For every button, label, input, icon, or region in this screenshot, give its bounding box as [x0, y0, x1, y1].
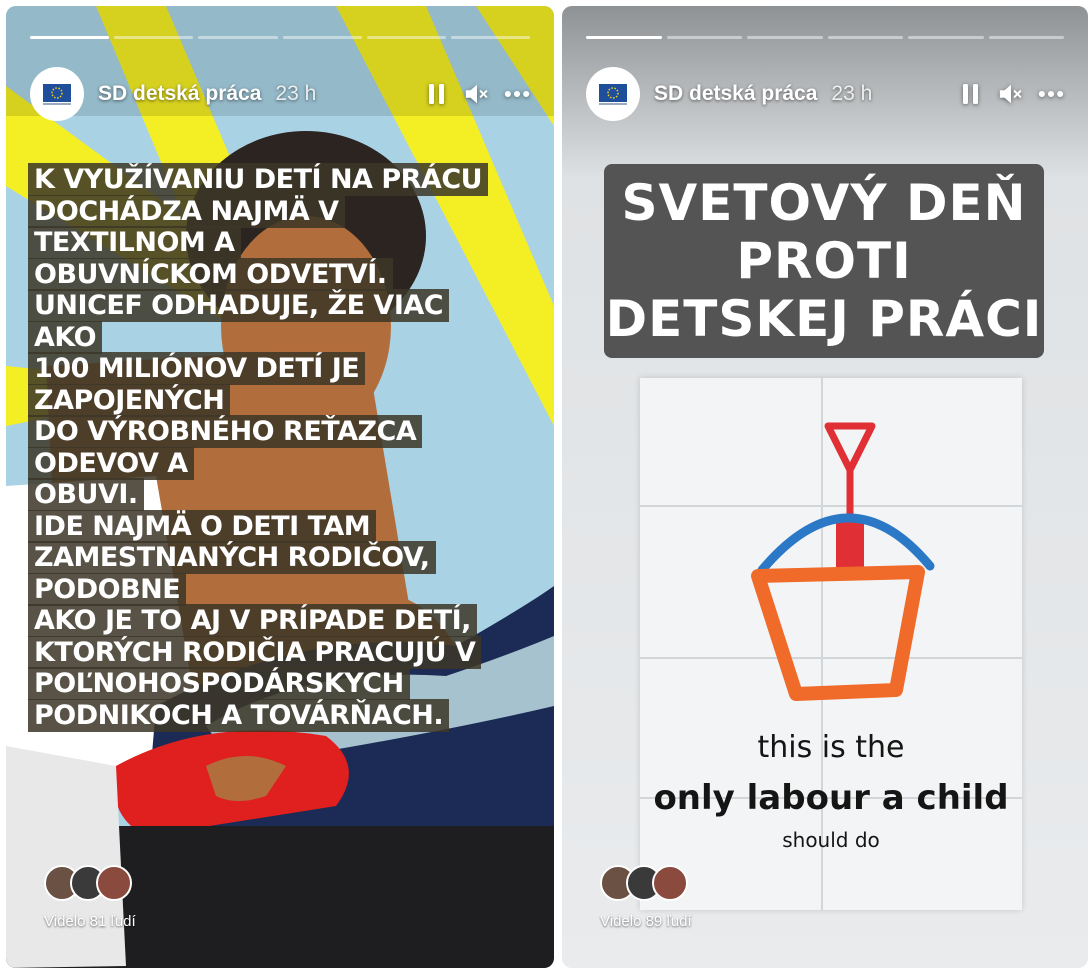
more-options-button[interactable]	[1038, 81, 1064, 107]
progress-segment	[988, 36, 1064, 39]
caption-line: K využívaniu detí na prácu	[28, 163, 489, 196]
caption-line: ktorých rodičia pracujú v	[28, 635, 482, 669]
account-name[interactable]: SD detská práca	[98, 82, 261, 106]
progress-segment	[114, 36, 194, 39]
story-panel-2[interactable]: SD detská práca 23 h SVETOVÝ DEŇ PROTI D…	[562, 6, 1088, 968]
progress-segment	[666, 36, 742, 39]
story-header: SD detská práca 23 h	[586, 66, 1064, 122]
progress-segment	[366, 36, 446, 39]
caption-line: ako je to aj v prípade detí,	[28, 604, 477, 637]
progress-segment	[198, 36, 278, 39]
caption-line: podnikoch a továrňach.	[28, 698, 450, 732]
child-drawing-poster: this is the only labour a child should d…	[640, 378, 1022, 910]
more-options-button[interactable]	[504, 81, 530, 107]
story-caption: K využívaniu detí na prácu dochádza najm…	[28, 163, 518, 732]
pause-button[interactable]	[424, 81, 450, 107]
viewer-avatar	[96, 865, 132, 901]
caption-line: do výrobného reťazca odevov a	[28, 415, 423, 480]
progress-segment	[30, 36, 110, 39]
story-title: SVETOVÝ DEŇ PROTI DETSKEJ PRÁCI	[604, 164, 1044, 358]
story-time: 23 h	[275, 82, 317, 105]
more-dots-icon	[504, 90, 530, 98]
story-controls	[424, 81, 530, 107]
poster-text-line: only labour a child	[653, 778, 1009, 818]
mute-button[interactable]	[464, 81, 490, 107]
story-panel-1[interactable]: SD detská práca 23 h K využívaniu detí n…	[6, 6, 554, 968]
viewers-summary[interactable]: Videlo 89 ľudí	[600, 865, 692, 930]
progress-segment	[908, 36, 984, 39]
story-progress-bar	[586, 36, 1064, 39]
caption-line: dochádza najmä v textilnom a	[28, 194, 345, 259]
title-line: SVETOVÝ DEŇ PROTI	[621, 174, 1027, 290]
story-time: 23 h	[831, 82, 873, 105]
story-header: SD detská práca 23 h	[30, 66, 530, 122]
progress-segment	[450, 36, 531, 39]
pause-button[interactable]	[958, 81, 984, 107]
story-progress-bar	[30, 36, 531, 39]
caption-line: obuvníckom odvetví.	[28, 257, 393, 291]
progress-segment	[827, 36, 903, 39]
viewer-avatar	[652, 865, 688, 901]
caption-line: Ide najmä o deti tam	[28, 509, 377, 543]
poster-text-line: should do	[782, 828, 880, 852]
story-controls	[958, 81, 1064, 107]
mute-button[interactable]	[998, 81, 1024, 107]
pause-icon	[429, 84, 444, 104]
eu-flag-logo-icon	[599, 84, 627, 105]
account-avatar[interactable]	[586, 67, 640, 121]
viewers-count: Videlo 89 ľudí	[600, 913, 692, 930]
caption-line: poľnohospodárskych	[28, 667, 410, 700]
viewers-count: Videlo 81 ľudí	[44, 913, 136, 930]
caption-line: Unicef odhaduje, že viac ako	[28, 289, 450, 354]
title-line: DETSKEJ PRÁCI	[605, 290, 1043, 348]
progress-fill	[30, 36, 110, 39]
progress-segment	[747, 36, 823, 39]
progress-fill	[586, 36, 662, 39]
eu-flag-logo-icon	[43, 84, 71, 105]
progress-segment	[586, 36, 662, 39]
account-name[interactable]: SD detská práca	[654, 82, 817, 106]
account-avatar[interactable]	[30, 67, 84, 121]
caption-line: zamestnaných rodičov, podobne	[28, 541, 436, 606]
caption-line: obuvi.	[28, 478, 144, 511]
viewer-avatars	[600, 865, 692, 901]
more-dots-icon	[1038, 90, 1064, 98]
caption-line: 100 miliónov detí je zapojených	[28, 352, 366, 417]
viewers-summary[interactable]: Videlo 81 ľudí	[44, 865, 136, 930]
speaker-muted-icon	[999, 84, 1022, 104]
poster-text-line: this is the	[757, 730, 905, 765]
progress-segment	[282, 36, 362, 39]
pause-icon	[963, 84, 978, 104]
speaker-muted-icon	[465, 84, 488, 104]
viewer-avatars	[44, 865, 136, 901]
